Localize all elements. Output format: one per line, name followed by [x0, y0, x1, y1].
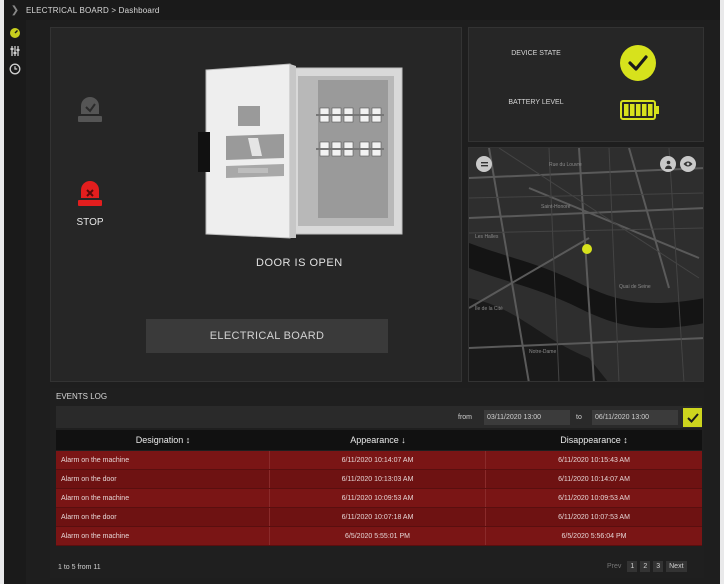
- siren-icon: [78, 97, 102, 122]
- person-icon[interactable]: [660, 156, 676, 172]
- check-icon: [686, 412, 699, 423]
- apply-filter-button[interactable]: [683, 408, 702, 427]
- map-label: Île de la Cité: [474, 305, 503, 312]
- location-map[interactable]: Rue du Louvre Saint-Honoré Les Halles Îl…: [468, 147, 704, 382]
- designation-cell: Alarm on the machine: [56, 489, 270, 507]
- map-label: Rue du Louvre: [549, 162, 582, 168]
- breadcrumb: ELECTRICAL BOARD > Dashboard: [26, 5, 160, 15]
- table-row[interactable]: Alarm on the door 6/11/2020 10:13:03 AM …: [56, 470, 702, 489]
- map-label: Les Halles: [475, 234, 499, 240]
- disappearance-cell: 6/11/2020 10:14:07 AM: [558, 475, 630, 483]
- map-label: Saint-Honoré: [541, 204, 571, 210]
- top-bar: ❯ ELECTRICAL BOARD > Dashboard: [4, 0, 720, 20]
- alarm-siren-icon: [78, 181, 102, 206]
- map-label: Quai de Seine: [619, 284, 651, 290]
- electrical-board-button[interactable]: ELECTRICAL BOARD: [146, 319, 388, 353]
- designation-cell: Alarm on the machine: [56, 527, 270, 545]
- battery-segment: [642, 104, 647, 116]
- chevron-right-icon[interactable]: ❯: [4, 5, 26, 16]
- battery-segment: [648, 104, 653, 116]
- battery-icon: [620, 100, 659, 120]
- battery-segment: [624, 104, 629, 116]
- gauge-icon[interactable]: [8, 26, 22, 40]
- column-appearance[interactable]: Appearance ↓: [270, 430, 486, 450]
- designation-cell: Alarm on the machine: [56, 451, 270, 469]
- appearance-cell: 6/11/2020 10:07:18 AM: [270, 508, 486, 526]
- table-header: Designation ↕ Appearance ↓ Disappearance…: [56, 430, 702, 450]
- clock-icon[interactable]: [8, 62, 22, 76]
- appearance-cell: 6/5/2020 5:55:01 PM: [270, 527, 486, 545]
- check-icon: [620, 45, 656, 81]
- page-button[interactable]: 2: [640, 561, 651, 572]
- column-designation[interactable]: Designation ↕: [56, 430, 270, 450]
- designation-cell: Alarm on the door: [56, 508, 270, 526]
- device-state-panel: [468, 27, 704, 142]
- map-label: Notre-Dame: [529, 349, 556, 355]
- appearance-cell: 6/11/2020 10:09:53 AM: [270, 489, 486, 507]
- sidebar: [4, 20, 26, 584]
- table-row[interactable]: Alarm on the door 6/11/2020 10:07:18 AM …: [56, 508, 702, 527]
- designation-cell: Alarm on the door: [56, 470, 270, 488]
- device-state-label: DEVICE STATE: [511, 50, 561, 57]
- disappearance-cell: 6/11/2020 10:07:53 AM: [558, 513, 630, 521]
- battery-segment: [636, 104, 641, 116]
- next-page-button[interactable]: Next: [666, 561, 687, 572]
- sliders-icon[interactable]: [8, 44, 22, 58]
- to-label: to: [576, 414, 582, 421]
- stop-alarm[interactable]: STOP: [70, 178, 110, 228]
- battery-level-label: BATTERY LEVEL: [508, 99, 564, 106]
- battery-segment: [630, 104, 635, 116]
- inactive-alarm: [70, 94, 110, 129]
- stop-label: STOP: [76, 217, 104, 228]
- electrical-cabinet-illustration: [198, 63, 403, 239]
- to-date-input[interactable]: 06/11/2020 13:00: [592, 410, 678, 425]
- table-row[interactable]: Alarm on the machine 6/11/2020 10:09:53 …: [56, 489, 702, 508]
- column-disappearance[interactable]: Disappearance ↕: [486, 430, 702, 450]
- from-date-input[interactable]: 03/11/2020 13:00: [484, 410, 570, 425]
- appearance-cell: 6/11/2020 10:13:03 AM: [270, 470, 486, 488]
- disappearance-cell: 6/11/2020 10:15:43 AM: [558, 456, 630, 464]
- page-button[interactable]: 3: [653, 561, 664, 572]
- device-location-marker: [582, 244, 592, 254]
- from-label: from: [458, 414, 472, 421]
- page-button[interactable]: 1: [627, 561, 638, 572]
- disappearance-cell: 6/5/2020 5:56:04 PM: [561, 532, 627, 540]
- events-table-body: Alarm on the machine 6/11/2020 10:14:07 …: [56, 451, 702, 546]
- layers-icon[interactable]: [476, 156, 492, 172]
- pagination-summary: 1 to 5 from 11: [58, 564, 101, 571]
- disappearance-cell: 6/11/2020 10:09:53 AM: [558, 494, 630, 502]
- table-row[interactable]: Alarm on the machine 6/5/2020 5:55:01 PM…: [56, 527, 702, 546]
- prev-page-button[interactable]: Prev: [604, 561, 624, 572]
- map-tiles: Rue du Louvre Saint-Honoré Les Halles Îl…: [469, 148, 703, 381]
- table-row[interactable]: Alarm on the machine 6/11/2020 10:14:07 …: [56, 451, 702, 470]
- door-status-text: DOOR IS OPEN: [256, 257, 343, 269]
- pagination: Prev 1 2 3 Next: [604, 561, 687, 572]
- events-log-title: EVENTS LOG: [56, 392, 108, 401]
- eye-icon[interactable]: [680, 156, 696, 172]
- appearance-cell: 6/11/2020 10:14:07 AM: [270, 451, 486, 469]
